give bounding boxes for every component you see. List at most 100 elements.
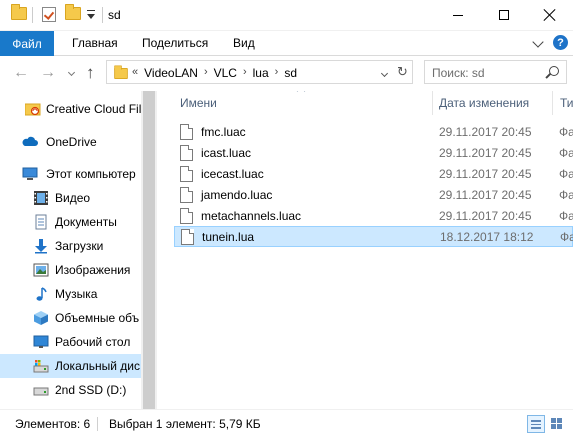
sidebar-item-pictures[interactable]: Изображения [0, 258, 141, 282]
new-folder-icon[interactable] [65, 4, 81, 20]
recent-locations-chevron-icon[interactable] [67, 68, 76, 77]
address-bar[interactable]: « VideoLAN › VLC › lua › sd ↻ [106, 60, 413, 84]
file-row[interactable]: fmc.luac 29.11.2017 20:45 Фа [174, 122, 573, 143]
sidebar-item-documents[interactable]: Документы [0, 210, 141, 234]
breadcrumb-separator-icon[interactable]: › [204, 66, 208, 80]
file-date: 29.11.2017 20:45 [439, 188, 532, 202]
file-row[interactable]: jamendo.luac 29.11.2017 20:45 Фа [174, 185, 573, 206]
status-separator [97, 417, 98, 431]
sidebar-item-label: Изображения [55, 263, 131, 277]
column-divider[interactable] [432, 91, 433, 115]
details-view-icon [531, 420, 541, 429]
minimize-button[interactable] [435, 0, 481, 30]
desktop-icon [33, 335, 49, 348]
sidebar-item-label: Рабочий стол [55, 335, 131, 349]
refresh-icon[interactable]: ↻ [397, 64, 408, 80]
tab-share[interactable]: Поделиться [142, 36, 208, 50]
file-type: Фа [559, 125, 573, 139]
file-icon [180, 124, 193, 140]
address-row: ← → ↑ « VideoLAN › VLC › lua › sd ↻ Поис… [0, 56, 573, 91]
minimize-icon [453, 14, 463, 16]
breadcrumb-overflow[interactable]: « [132, 66, 138, 80]
close-button[interactable] [527, 0, 573, 30]
column-header-date[interactable]: Дата изменения [439, 96, 529, 120]
tab-home[interactable]: Главная [72, 36, 118, 50]
sidebar-item-label: Creative Cloud Fil [46, 102, 141, 116]
breadcrumb-vlc[interactable]: VLC [214, 66, 237, 80]
drive-icon [33, 387, 49, 396]
sidebar-item-label: Объемные объ [55, 311, 140, 325]
search-icon[interactable] [549, 66, 559, 76]
file-icon [180, 208, 193, 224]
breadcrumb-videolan[interactable]: VideoLAN [144, 66, 198, 80]
file-icon [181, 229, 194, 245]
sidebar-item-this-pc[interactable]: Этот компьютер [0, 162, 141, 186]
quick-access-separator [32, 7, 33, 23]
breadcrumb-sd[interactable]: sd [284, 66, 297, 80]
sidebar-item-label: 2nd SSD (D:) [55, 383, 127, 397]
creative-cloud-icon [25, 103, 41, 116]
sidebar-item-label: Загрузки [55, 239, 104, 253]
large-icons-view-button[interactable] [548, 415, 566, 433]
file-icon [180, 166, 193, 182]
column-header-name[interactable]: Имени [180, 96, 217, 120]
local-disk-icon [33, 360, 49, 373]
customize-dropdown-icon[interactable] [87, 10, 95, 19]
details-view-button[interactable] [527, 415, 545, 433]
maximize-button[interactable] [481, 0, 527, 30]
selection-info: Выбран 1 элемент: 5,79 КБ [109, 417, 261, 431]
item-count: Элементов: 6 [15, 417, 91, 431]
navigation-scrollbar[interactable] [141, 91, 157, 409]
sidebar-item-label: Документы [55, 215, 117, 229]
file-type: Фа [560, 230, 573, 244]
sidebar-item-onedrive[interactable]: OneDrive [0, 130, 141, 154]
sidebar-item-3d-objects[interactable]: Объемные объ [0, 306, 141, 330]
video-icon [34, 191, 48, 205]
forward-button[interactable]: → [40, 65, 56, 81]
file-row[interactable]: metachannels.luac 29.11.2017 20:45 Фа [174, 206, 573, 227]
downloads-icon [35, 239, 47, 254]
back-button[interactable]: ← [13, 65, 29, 81]
sidebar-item-desktop[interactable]: Рабочий стол [0, 330, 141, 354]
computer-icon [22, 167, 38, 180]
sidebar-item-music[interactable]: Музыка [0, 282, 141, 306]
file-row[interactable]: icecast.luac 29.11.2017 20:45 Фа [174, 164, 573, 185]
file-row-selected[interactable]: tunein.lua 18.12.2017 18:12 Фа [174, 226, 573, 247]
file-date: 29.11.2017 20:45 [439, 209, 532, 223]
sidebar-item-label: Видео [55, 191, 91, 205]
file-type: Фа [559, 188, 573, 202]
file-type: Фа [559, 146, 573, 160]
search-input[interactable]: Поиск: sd [424, 60, 567, 84]
onedrive-icon [22, 136, 38, 146]
sidebar-item-local-disk[interactable]: Локальный дис [0, 354, 141, 378]
file-name: fmc.luac [201, 125, 246, 139]
up-button[interactable]: ↑ [86, 63, 95, 83]
file-name: icast.luac [201, 146, 252, 160]
breadcrumb-separator-icon[interactable]: › [275, 66, 279, 80]
tab-file[interactable]: Файл [0, 31, 54, 56]
file-date: 29.11.2017 20:45 [439, 146, 532, 160]
expand-ribbon-chevron-icon[interactable] [532, 36, 544, 48]
navigation-scrollbar-thumb[interactable] [143, 91, 155, 409]
sidebar-item-downloads[interactable]: Загрузки [0, 234, 141, 258]
address-dropdown-chevron-icon[interactable] [380, 69, 389, 78]
sidebar-item-creative-cloud[interactable]: Creative Cloud Fil [0, 97, 141, 121]
sidebar-item-label: OneDrive [46, 135, 97, 149]
sidebar-item-video[interactable]: Видео [0, 186, 141, 210]
address-folder-icon [114, 65, 128, 80]
ribbon-tabs: Файл Главная Поделиться Вид ? [0, 31, 573, 56]
properties-check-icon[interactable] [42, 7, 56, 22]
breadcrumb-lua[interactable]: lua [253, 66, 269, 80]
tab-view[interactable]: Вид [233, 36, 255, 50]
maximize-icon [499, 10, 509, 20]
column-header-type[interactable]: Ти [560, 96, 573, 120]
file-row[interactable]: icast.luac 29.11.2017 20:45 Фа [174, 143, 573, 164]
file-icon [180, 187, 193, 203]
breadcrumb-separator-icon[interactable]: › [243, 66, 247, 80]
help-icon[interactable]: ? [553, 35, 568, 50]
file-name: icecast.luac [201, 167, 264, 181]
sidebar-item-2nd-ssd[interactable]: 2nd SSD (D:) [0, 378, 141, 402]
column-divider[interactable] [552, 91, 553, 115]
file-name: tunein.lua [202, 230, 255, 244]
file-type: Фа [559, 167, 573, 181]
